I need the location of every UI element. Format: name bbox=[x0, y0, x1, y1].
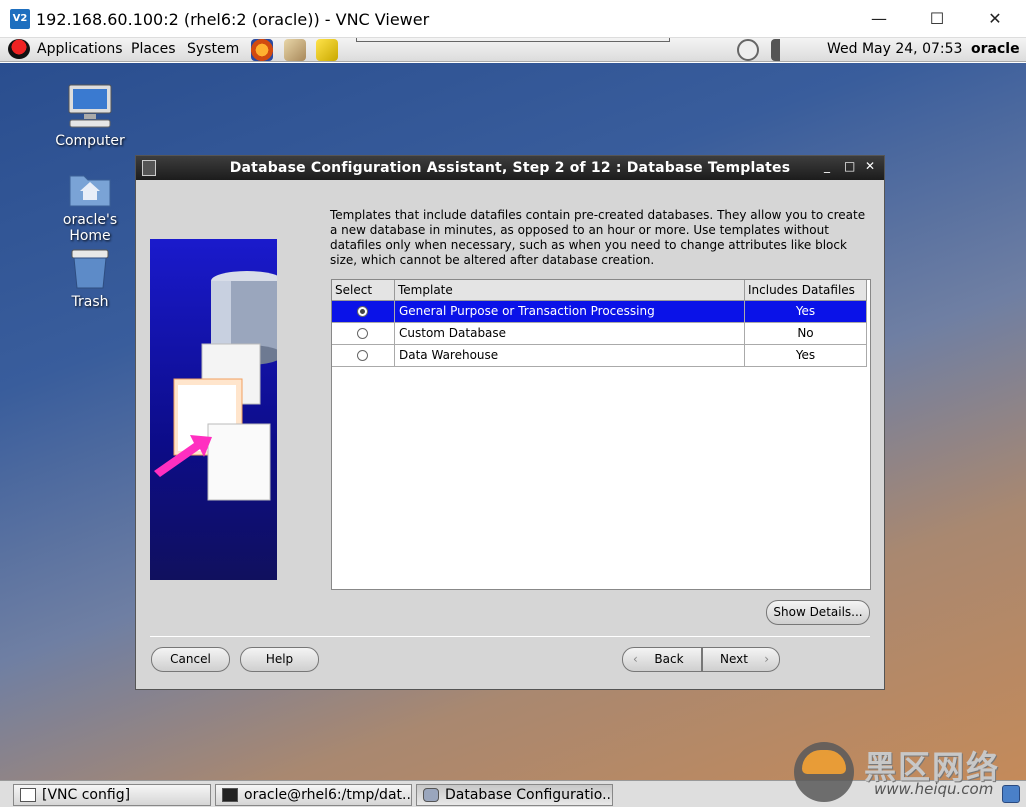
minimize-button[interactable]: — bbox=[850, 0, 908, 38]
desktop-icon-label: Trash bbox=[71, 294, 109, 310]
network-monitor-icon[interactable] bbox=[737, 39, 759, 61]
terminal-icon bbox=[222, 788, 238, 802]
wizard-illustration bbox=[150, 239, 277, 580]
table-row[interactable]: Custom Database No bbox=[332, 323, 867, 345]
templates-description: Templates that include datafiles contain… bbox=[330, 208, 866, 267]
column-header-template[interactable]: Template bbox=[395, 280, 745, 301]
volume-icon[interactable] bbox=[771, 39, 793, 61]
radio-button[interactable] bbox=[357, 328, 368, 339]
trash-icon bbox=[68, 248, 112, 290]
taskbar-item-label: [VNC config] bbox=[42, 787, 131, 803]
templates-table: Select Template Includes Datafiles Gener… bbox=[331, 279, 871, 590]
column-header-includes-datafiles[interactable]: Includes Datafiles bbox=[745, 280, 867, 301]
table-row[interactable]: Data Warehouse Yes bbox=[332, 345, 867, 367]
chevron-left-icon: ‹ bbox=[633, 652, 638, 666]
panel-clock[interactable]: Wed May 24, 07:53 bbox=[827, 41, 962, 57]
radio-button[interactable] bbox=[357, 350, 368, 361]
top-panel: Applications Places System Wed May 24, 0… bbox=[0, 38, 1026, 62]
desktop-icon-home[interactable]: oracle's Home bbox=[40, 168, 140, 244]
home-folder-icon bbox=[68, 168, 112, 208]
table-row[interactable]: General Purpose or Transaction Processin… bbox=[332, 301, 867, 323]
redhat-logo-icon[interactable] bbox=[8, 39, 30, 59]
maximize-button[interactable]: ☐ bbox=[908, 0, 966, 38]
chevron-right-icon: › bbox=[764, 652, 769, 666]
desktop-icon-label: Computer bbox=[55, 133, 125, 149]
back-button[interactable]: ‹ Back bbox=[622, 647, 702, 672]
select-cell[interactable] bbox=[332, 323, 395, 345]
dbca-dialog: Database Configuration Assistant, Step 2… bbox=[135, 155, 885, 690]
back-button-label: Back bbox=[654, 652, 684, 666]
template-cell[interactable]: General Purpose or Transaction Processin… bbox=[395, 301, 745, 323]
button-separator bbox=[150, 636, 870, 637]
next-button-label: Next bbox=[720, 652, 748, 666]
dialog-maximize-button[interactable]: □ bbox=[844, 159, 855, 173]
help-button[interactable]: Help bbox=[240, 647, 319, 672]
select-cell[interactable] bbox=[332, 301, 395, 323]
panel-separator bbox=[356, 38, 670, 42]
desktop-icon-computer[interactable]: Computer bbox=[40, 83, 140, 149]
show-details-button[interactable]: Show Details... bbox=[766, 600, 870, 625]
next-button[interactable]: Next › bbox=[702, 647, 780, 672]
includes-datafiles-cell: Yes bbox=[745, 345, 867, 367]
window-icon bbox=[20, 788, 36, 802]
firefox-icon[interactable] bbox=[251, 39, 273, 61]
watermark-url: www.heiqu.com bbox=[874, 780, 994, 798]
menu-places[interactable]: Places bbox=[131, 41, 176, 57]
includes-datafiles-cell: Yes bbox=[745, 301, 867, 323]
mail-icon[interactable] bbox=[284, 39, 306, 61]
taskbar-item-label: Database Configuratio... bbox=[445, 787, 613, 803]
dialog-title: Database Configuration Assistant, Step 2… bbox=[229, 160, 791, 176]
window-titlebar: V2 192.168.60.100:2 (rhel6:2 (oracle)) -… bbox=[0, 0, 1026, 38]
taskbar-item-dbca[interactable]: Database Configuratio... bbox=[416, 784, 613, 806]
taskbar-item-terminal[interactable]: oracle@rhel6:/tmp/dat... bbox=[215, 784, 412, 806]
menu-system[interactable]: System bbox=[187, 41, 239, 57]
mushroom-logo-icon bbox=[794, 742, 854, 802]
template-cell[interactable]: Data Warehouse bbox=[395, 345, 745, 367]
desktop-icon-trash[interactable]: Trash bbox=[40, 248, 140, 310]
dialog-close-button[interactable]: ✕ bbox=[865, 159, 875, 173]
dialog-titlebar[interactable]: Database Configuration Assistant, Step 2… bbox=[136, 156, 884, 180]
database-icon bbox=[423, 788, 439, 802]
taskbar-item-vnc-config[interactable]: [VNC config] bbox=[13, 784, 211, 806]
radio-button[interactable] bbox=[357, 306, 368, 317]
includes-datafiles-cell: No bbox=[745, 323, 867, 345]
cancel-button[interactable]: Cancel bbox=[151, 647, 230, 672]
template-cell[interactable]: Custom Database bbox=[395, 323, 745, 345]
select-cell[interactable] bbox=[332, 345, 395, 367]
dialog-minimize-button[interactable]: _ bbox=[824, 159, 830, 173]
watermark: 黑区网络 www.heiqu.com bbox=[794, 740, 1024, 806]
desktop-icon-label: oracle's Home bbox=[62, 212, 118, 244]
close-button[interactable]: ✕ bbox=[966, 0, 1024, 38]
taskbar-item-label: oracle@rhel6:/tmp/dat... bbox=[244, 787, 412, 803]
note-icon[interactable] bbox=[316, 39, 338, 61]
window-title: 192.168.60.100:2 (rhel6:2 (oracle)) - VN… bbox=[36, 10, 430, 29]
menu-applications[interactable]: Applications bbox=[37, 41, 123, 57]
column-header-select[interactable]: Select bbox=[332, 280, 395, 301]
computer-icon bbox=[66, 83, 114, 129]
vnc-viewer-icon[interactable]: V2 bbox=[10, 9, 30, 29]
panel-user[interactable]: oracle bbox=[971, 41, 1020, 57]
